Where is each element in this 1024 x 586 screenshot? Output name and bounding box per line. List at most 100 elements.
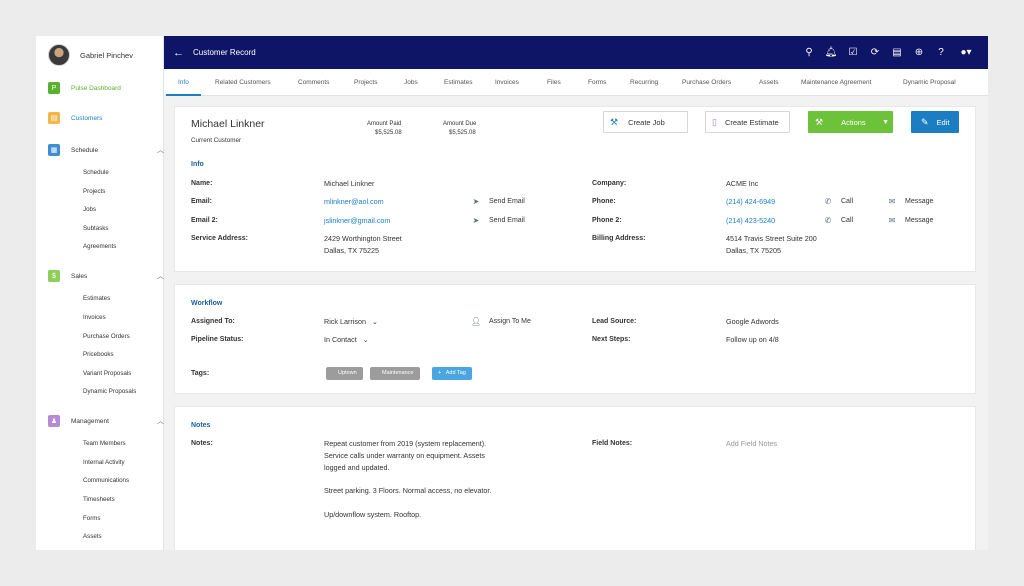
sync-icon[interactable]: ⟳ — [868, 45, 882, 59]
tab-assets[interactable]: Assets — [759, 69, 779, 96]
amount-due-label: Amount Due — [443, 121, 477, 127]
tab-forms[interactable]: Forms — [588, 69, 606, 96]
service-address-line2: Dallas, TX 75225 — [324, 246, 380, 255]
back-arrow-icon[interactable]: ← — [173, 47, 184, 59]
sidebar-subitem-team-members[interactable]: Team Members — [83, 440, 126, 447]
sidebar-subitem-internal-activity[interactable]: Internal Activity — [83, 459, 125, 466]
sidebar-subitem-jobs[interactable]: Jobs — [83, 206, 96, 213]
tag-uptown[interactable]: Uptown — [326, 367, 363, 380]
email2-value[interactable]: jslinkner@gmail.com — [324, 215, 390, 226]
user-menu-icon[interactable]: ●▾ — [956, 45, 976, 59]
field-notes-input[interactable]: Add Field Notes — [726, 438, 777, 449]
company-value: ACME Inc — [726, 179, 759, 188]
button-label: Actions — [841, 117, 866, 127]
sidebar-subitem-agreements[interactable]: Agreements — [83, 243, 116, 250]
edit-button[interactable]: ✎ Edit — [911, 111, 959, 133]
tab-recurring[interactable]: Recurring — [630, 69, 658, 96]
notes-line: Service calls under warranty on equipmen… — [324, 451, 485, 460]
name-label: Name: — [191, 180, 213, 187]
create-estimate-button[interactable]: ▯ Create Estimate — [705, 111, 790, 133]
chevron-down-icon: ⌄ — [362, 337, 369, 344]
tab-comments[interactable]: Comments — [298, 69, 329, 96]
phone-icon: ✆ — [824, 197, 832, 206]
call-button[interactable]: ✆ Call — [823, 197, 853, 206]
chevron-up-icon[interactable]: ︿ — [157, 145, 164, 155]
company-label: Company: — [592, 180, 627, 187]
sidebar-subitem-projects[interactable]: Projects — [83, 188, 105, 195]
tab-invoices[interactable]: Invoices — [495, 69, 519, 96]
pipeline-status-label: Pipeline Status: — [191, 336, 244, 343]
call2-button[interactable]: ✆ Call — [823, 216, 853, 225]
tab-files[interactable]: Files — [547, 69, 561, 96]
sidebar-subitem-communications[interactable]: Communications — [83, 477, 129, 484]
sidebar-subitem-schedule[interactable]: Schedule — [83, 169, 109, 176]
user-name: Gabriel Pinchev — [80, 50, 133, 60]
tab-maintenance-agreement[interactable]: Maintenance Agreement — [801, 69, 871, 96]
chevron-up-icon[interactable]: ︿ — [157, 416, 164, 426]
pipeline-status-dropdown[interactable]: In Contact ⌄ — [324, 334, 369, 346]
sidebar-subitem-forms[interactable]: Forms — [83, 515, 101, 522]
phone-value[interactable]: (214) 424-6949 — [726, 196, 775, 207]
sidebar-item-customers[interactable]: ▤ Customers — [48, 111, 102, 125]
billing-address-line2: Dallas, TX 75205 — [726, 246, 782, 255]
sidebar-subitem-invoices[interactable]: Invoices — [83, 314, 106, 321]
create-job-button[interactable]: ⚒ Create Job — [603, 111, 688, 133]
tab-bar: Info Related Customers Comments Projects… — [164, 69, 988, 96]
chevron-down-icon: ⌄ — [371, 319, 378, 326]
main-content: Michael Linkner Current Customer Amount … — [164, 96, 988, 550]
wrench-icon: ⚒ — [815, 116, 824, 127]
action-label: Call — [841, 217, 854, 224]
sidebar-subitem-variant-proposals[interactable]: Variant Proposals — [83, 370, 131, 377]
message2-button[interactable]: ✉ Message — [887, 216, 934, 225]
sidebar-item-schedule[interactable]: ▦ Schedule ︿ — [48, 143, 164, 157]
tag-maintenance[interactable]: Maintenance — [370, 367, 420, 380]
sidebar-subitem-estimates[interactable]: Estimates — [83, 295, 110, 302]
sidebar-subitem-assets[interactable]: Assets — [83, 533, 102, 540]
sidebar-subitem-timesheets[interactable]: Timesheets — [83, 496, 115, 503]
tab-dynamic-proposal[interactable]: Dynamic Proposal — [903, 69, 956, 96]
send-email-button[interactable]: ➤ Send Email — [471, 197, 525, 206]
assigned-to-dropdown[interactable]: Rick Larrison ⌄ — [324, 316, 378, 328]
tab-info[interactable]: Info — [166, 69, 201, 96]
search-icon[interactable]: ⚲ — [802, 45, 816, 59]
amount-due-value: $5,525.08 — [449, 130, 476, 136]
tab-purchase-orders[interactable]: Purchase Orders — [682, 69, 731, 96]
user-icon: 👤︎ — [471, 317, 482, 326]
send-email2-button[interactable]: ➤ Send Email — [471, 216, 525, 225]
lead-source-value: Google Adwords — [726, 317, 779, 326]
message-button[interactable]: ✉ Message — [887, 197, 934, 206]
plus-circle-icon[interactable]: ⊕ — [912, 45, 926, 59]
sidebar-subitem-dynamic-proposals[interactable]: Dynamic Proposals — [83, 388, 136, 395]
phone2-value[interactable]: (214) 423-5240 — [726, 215, 775, 226]
sidebar-subitem-pricebooks[interactable]: Pricebooks — [83, 351, 114, 358]
bell-icon[interactable]: 🔔︎ — [824, 45, 838, 59]
sidebar-subitem-purchase-orders[interactable]: Purchase Orders — [83, 333, 130, 340]
document-icon[interactable]: ▤ — [890, 45, 904, 59]
phone2-label: Phone 2: — [592, 217, 622, 224]
sidebar-item-management[interactable]: ♟ Management ︿ — [48, 414, 164, 428]
name-value: Michael Linkner — [324, 179, 375, 188]
help-icon[interactable]: ? — [934, 45, 948, 59]
tab-estimates[interactable]: Estimates — [444, 69, 473, 96]
add-tag-button[interactable]: + Add Tag — [432, 367, 472, 380]
notes-card: Notes Notes: Repeat customer from 2019 (… — [174, 406, 976, 550]
notes-line: logged and updated. — [324, 463, 390, 472]
tab-related-customers[interactable]: Related Customers — [215, 69, 271, 96]
actions-button[interactable]: ⚒ Actions ▼ — [808, 111, 893, 133]
sidebar-item-sales[interactable]: $ Sales ︿ — [48, 269, 164, 283]
check-square-icon[interactable]: ☑ — [846, 45, 860, 59]
avatar[interactable] — [48, 44, 70, 66]
email-value[interactable]: mlinkner@aol.com — [324, 196, 384, 207]
chevron-up-icon[interactable]: ︿ — [157, 271, 164, 281]
sidebar-item-pulse-dashboard[interactable]: P Pulse Dashboard — [48, 81, 121, 95]
user-profile[interactable]: Gabriel Pinchev — [48, 44, 133, 66]
button-label: Create Job — [628, 117, 665, 127]
plus-icon: + — [438, 370, 442, 376]
tab-projects[interactable]: Projects — [354, 69, 377, 96]
sidebar-subitem-subtasks[interactable]: Subtasks — [83, 225, 108, 232]
assign-to-me-button[interactable]: 👤︎ Assign To Me — [471, 317, 531, 326]
sidebar: Gabriel Pinchev P Pulse Dashboard ▤ Cust… — [36, 36, 164, 550]
tab-jobs[interactable]: Jobs — [404, 69, 418, 96]
action-label: Send Email — [489, 198, 525, 205]
chevron-down-icon: ▼ — [882, 118, 889, 126]
